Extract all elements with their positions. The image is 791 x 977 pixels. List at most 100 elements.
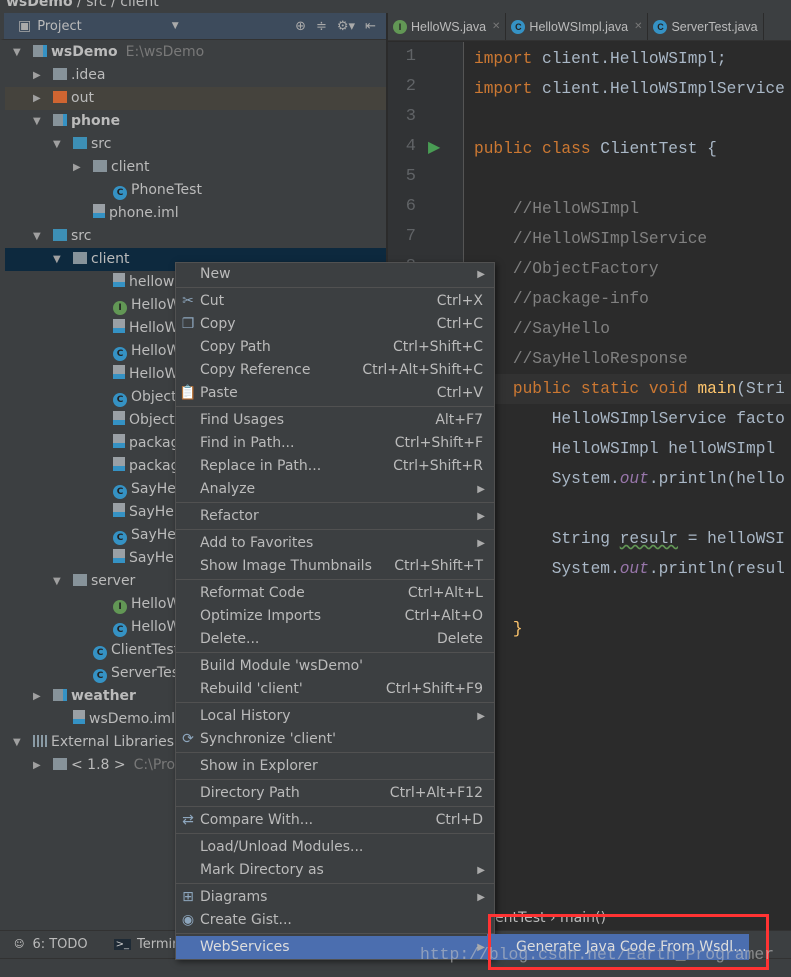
collapsed-arrow-icon[interactable]: ▶ bbox=[33, 685, 41, 708]
submenu-arrow-icon: ▶ bbox=[477, 538, 485, 549]
collapse-all-icon[interactable]: ≑ bbox=[316, 19, 327, 34]
menu-item-load-unload-modules[interactable]: Load/Unload Modules... bbox=[176, 836, 494, 859]
collapsed-arrow-icon[interactable]: ▶ bbox=[33, 64, 41, 87]
interface-icon: I bbox=[393, 19, 407, 34]
menu-item-shortcut: Ctrl+Shift+F9 bbox=[385, 681, 483, 697]
class-icon: C bbox=[113, 485, 127, 499]
menu-item-analyze[interactable]: Analyze ▶ bbox=[176, 478, 494, 501]
code-token: resulr bbox=[619, 530, 679, 548]
tool-button-label: 6: TODO bbox=[32, 937, 88, 952]
crumb-project[interactable]: wsDemo bbox=[6, 0, 73, 10]
menu-item-shortcut: Ctrl+Shift+R bbox=[393, 458, 483, 474]
tree-item[interactable]: ▼ src bbox=[5, 225, 386, 248]
menu-item-replace-in-path[interactable]: Replace in Path... Ctrl+Shift+R bbox=[176, 455, 494, 478]
menu-item-build-module-wsdemo[interactable]: Build Module 'wsDemo' bbox=[176, 655, 494, 678]
menu-item-refactor[interactable]: Refactor ▶ bbox=[176, 505, 494, 528]
collapsed-arrow-icon[interactable]: ▶ bbox=[33, 87, 41, 110]
menu-item-mark-directory-as[interactable]: Mark Directory as ▶ bbox=[176, 859, 494, 882]
tree-item-label: ClientTest bbox=[111, 642, 180, 658]
menu-item-show-in-explorer[interactable]: Show in Explorer bbox=[176, 755, 494, 778]
editor-tab[interactable]: C ServerTest.java bbox=[648, 13, 764, 40]
menu-item-label: Find in Path... bbox=[200, 435, 295, 451]
expanded-arrow-icon[interactable]: ▼ bbox=[33, 110, 41, 133]
menu-item-label: Local History bbox=[200, 708, 291, 724]
menu-item-show-image-thumbnails[interactable]: Show Image Thumbnails Ctrl+Shift+T bbox=[176, 555, 494, 578]
code-token: .println(hello bbox=[648, 470, 785, 488]
run-icon[interactable]: ▶ bbox=[428, 137, 440, 156]
menu-item-new[interactable]: New ▶ bbox=[176, 263, 494, 286]
menu-item-synchronize-client[interactable]: ⟳ Synchronize 'client' bbox=[176, 728, 494, 751]
file-icon bbox=[113, 503, 125, 517]
menu-item-delete[interactable]: Delete... Delete bbox=[176, 628, 494, 651]
locate-icon[interactable]: ⊕ bbox=[295, 19, 306, 34]
module-icon bbox=[33, 45, 47, 57]
code-token: //SayHelloResponse bbox=[474, 350, 688, 368]
tool-button-6-todo[interactable]: ☺ 6: TODO bbox=[12, 937, 88, 952]
expanded-arrow-icon[interactable]: ▼ bbox=[13, 41, 21, 64]
tree-item[interactable]: ▶ .idea bbox=[5, 64, 386, 87]
expanded-arrow-icon[interactable]: ▼ bbox=[53, 248, 61, 271]
line-number: 4 bbox=[405, 137, 416, 156]
tree-item[interactable]: C PhoneTest bbox=[5, 179, 386, 202]
menu-item-compare-with[interactable]: ⇄ Compare With... Ctrl+D bbox=[176, 809, 494, 832]
menu-item-copy-path[interactable]: Copy Path Ctrl+Shift+C bbox=[176, 336, 494, 359]
collapsed-arrow-icon[interactable]: ▶ bbox=[33, 754, 41, 777]
menu-separator bbox=[176, 883, 494, 884]
submenu-arrow-icon: ▶ bbox=[477, 511, 485, 522]
code-token: //package-info bbox=[474, 290, 649, 308]
menu-item-copy-reference[interactable]: Copy Reference Ctrl+Alt+Shift+C bbox=[176, 359, 494, 382]
view-dropdown-icon[interactable]: ▼ bbox=[172, 21, 179, 31]
collapsed-arrow-icon[interactable]: ▶ bbox=[73, 156, 81, 179]
menu-item-find-usages[interactable]: Find Usages Alt+F7 bbox=[176, 409, 494, 432]
menu-item-reformat-code[interactable]: Reformat Code Ctrl+Alt+L bbox=[176, 582, 494, 605]
menu-item-optimize-imports[interactable]: Optimize Imports Ctrl+Alt+O bbox=[176, 605, 494, 628]
menu-item-directory-path[interactable]: Directory Path Ctrl+Alt+F12 bbox=[176, 782, 494, 805]
menu-item-copy[interactable]: ❐ Copy Ctrl+C bbox=[176, 313, 494, 336]
menu-item-cut[interactable]: ✂ Cut Ctrl+X bbox=[176, 290, 494, 313]
tree-item-content: client bbox=[93, 156, 149, 179]
crumb-src[interactable]: src bbox=[86, 0, 106, 10]
library-icon bbox=[33, 735, 47, 747]
tree-item[interactable]: ▼ phone bbox=[5, 110, 386, 133]
menu-item-local-history[interactable]: Local History ▶ bbox=[176, 705, 494, 728]
menu-item-paste[interactable]: 📋 Paste Ctrl+V bbox=[176, 382, 494, 405]
tab-label: HelloWSImpl.java bbox=[529, 19, 629, 34]
folder-icon bbox=[53, 758, 67, 770]
tree-item[interactable]: phone.iml bbox=[5, 202, 386, 225]
menu-item-add-to-favorites[interactable]: Add to Favorites ▶ bbox=[176, 532, 494, 555]
tree-item[interactable]: ▼ wsDemo E:\wsDemo bbox=[5, 41, 386, 64]
menu-item-label: Find Usages bbox=[200, 412, 285, 428]
expanded-arrow-icon[interactable]: ▼ bbox=[13, 731, 21, 754]
file-icon bbox=[93, 204, 105, 218]
project-view-title[interactable]: Project bbox=[37, 19, 81, 34]
excluded-folder-icon bbox=[53, 91, 67, 103]
tree-item[interactable]: ▶ client bbox=[5, 156, 386, 179]
code-token: = helloWSI bbox=[678, 530, 785, 548]
crumb-client[interactable]: client bbox=[120, 0, 158, 10]
hide-panel-icon[interactable]: ⇤ bbox=[365, 19, 376, 34]
submenu-arrow-icon: ▶ bbox=[477, 269, 485, 280]
code-line: System.out.println(hello bbox=[474, 464, 785, 494]
expanded-arrow-icon[interactable]: ▼ bbox=[53, 570, 61, 593]
code-token: main bbox=[697, 380, 737, 398]
menu-item-create-gist[interactable]: ◉ Create Gist... bbox=[176, 909, 494, 932]
editor-tab[interactable]: I HelloWS.java ✕ bbox=[388, 13, 507, 40]
tree-item[interactable]: ▶ out bbox=[5, 87, 386, 110]
menu-item-shortcut: Delete bbox=[437, 631, 483, 647]
expanded-arrow-icon[interactable]: ▼ bbox=[53, 133, 61, 156]
menu-item-diagrams[interactable]: ⊞ Diagrams ▶ bbox=[176, 886, 494, 909]
cut-icon: ✂ bbox=[182, 293, 194, 309]
code-line: public class ClientTest { bbox=[474, 134, 717, 164]
close-tab-icon[interactable]: ✕ bbox=[634, 21, 642, 32]
expanded-arrow-icon[interactable]: ▼ bbox=[33, 225, 41, 248]
menu-item-rebuild-client[interactable]: Rebuild 'client' Ctrl+Shift+F9 bbox=[176, 678, 494, 701]
tree-item[interactable]: ▼ src bbox=[5, 133, 386, 156]
line-number: 1 bbox=[405, 47, 416, 66]
gear-icon[interactable]: ⚙▾ bbox=[337, 19, 355, 34]
close-tab-icon[interactable]: ✕ bbox=[492, 21, 500, 32]
code-token: (Stri bbox=[736, 380, 785, 398]
menu-item-find-in-path[interactable]: Find in Path... Ctrl+Shift+F bbox=[176, 432, 494, 455]
editor-tab[interactable]: C HelloWSImpl.java ✕ bbox=[506, 13, 649, 40]
context-menu: New ▶ ✂ Cut Ctrl+X ❐ Copy Ctrl+C Copy Path Ctrl+S… bbox=[175, 262, 495, 960]
menu-separator bbox=[176, 287, 494, 288]
